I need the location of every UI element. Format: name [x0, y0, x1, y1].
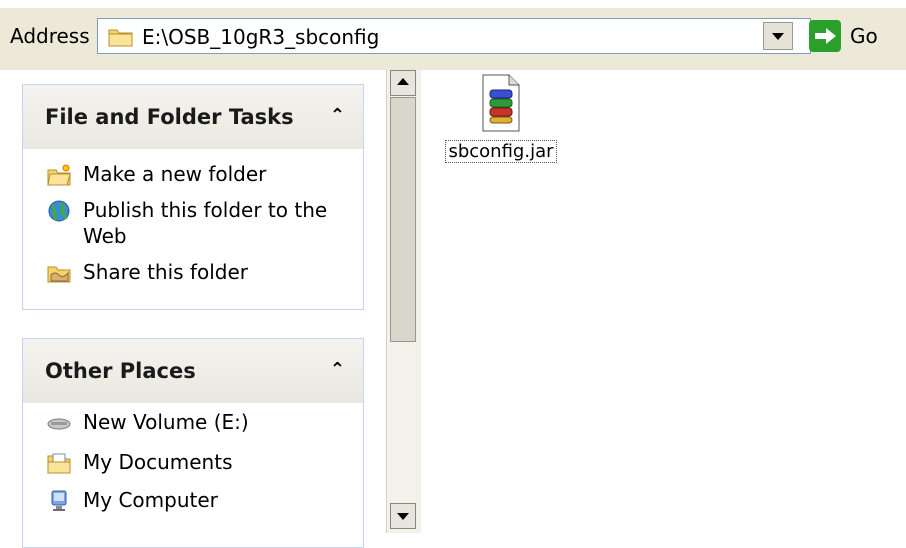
file-folder-tasks-box: File and Folder Tasks ⌃ Make a new folde…	[22, 84, 364, 310]
address-dropdown-button[interactable]	[763, 22, 793, 50]
file-folder-tasks-title: File and Folder Tasks	[45, 105, 294, 129]
go-arrow-icon[interactable]	[809, 20, 841, 52]
place-my-computer[interactable]: My Computer	[47, 487, 218, 513]
drive-icon	[47, 412, 71, 434]
collapse-chevron-icon[interactable]: ⌃	[330, 359, 345, 380]
address-path: E:\OSB_10gR3_sbconfig	[142, 25, 380, 49]
file-name-label: sbconfig.jar	[445, 140, 557, 163]
folder-icon	[108, 29, 133, 47]
other-places-box: Other Places ⌃ New Volume (E:) My Docume…	[22, 338, 364, 548]
publish-web-icon	[47, 200, 71, 222]
collapse-chevron-icon[interactable]: ⌃	[330, 105, 345, 126]
scroll-up-button[interactable]	[390, 70, 416, 96]
go-button[interactable]: Go	[850, 24, 878, 48]
task-share-folder[interactable]: Share this folder	[47, 259, 248, 285]
task-publish-web[interactable]: Publish this folder to the Web	[47, 197, 337, 249]
place-label: New Volume (E:)	[83, 410, 249, 434]
place-label: My Computer	[83, 488, 218, 512]
new-folder-icon	[47, 164, 71, 186]
other-places-header[interactable]: Other Places ⌃	[23, 339, 363, 403]
other-places-title: Other Places	[45, 359, 196, 383]
task-label: Make a new folder	[83, 162, 267, 186]
task-label: Share this folder	[83, 260, 248, 284]
place-my-documents[interactable]: My Documents	[47, 449, 232, 475]
share-folder-icon	[47, 262, 71, 284]
address-label: Address	[10, 24, 90, 48]
task-make-new-folder[interactable]: Make a new folder	[47, 161, 266, 187]
file-folder-tasks-header[interactable]: File and Folder Tasks ⌃	[23, 85, 363, 149]
place-label: My Documents	[83, 450, 233, 474]
jar-archive-icon	[480, 74, 522, 134]
file-item[interactable]: sbconfig.jar	[436, 74, 566, 163]
scroll-thumb[interactable]	[390, 97, 416, 342]
address-input[interactable]: E:\OSB_10gR3_sbconfig	[97, 18, 811, 54]
task-label: Publish this folder to the Web	[83, 198, 328, 248]
task-pane-scrollbar[interactable]	[386, 70, 421, 533]
my-computer-icon	[47, 490, 71, 512]
scroll-down-button[interactable]	[390, 503, 416, 529]
place-new-volume[interactable]: New Volume (E:)	[47, 409, 249, 435]
address-toolbar: Address E:\OSB_10gR3_sbconfig Go	[0, 0, 906, 70]
tasks-pane: File and Folder Tasks ⌃ Make a new folde…	[0, 70, 386, 548]
my-documents-icon	[47, 452, 71, 474]
